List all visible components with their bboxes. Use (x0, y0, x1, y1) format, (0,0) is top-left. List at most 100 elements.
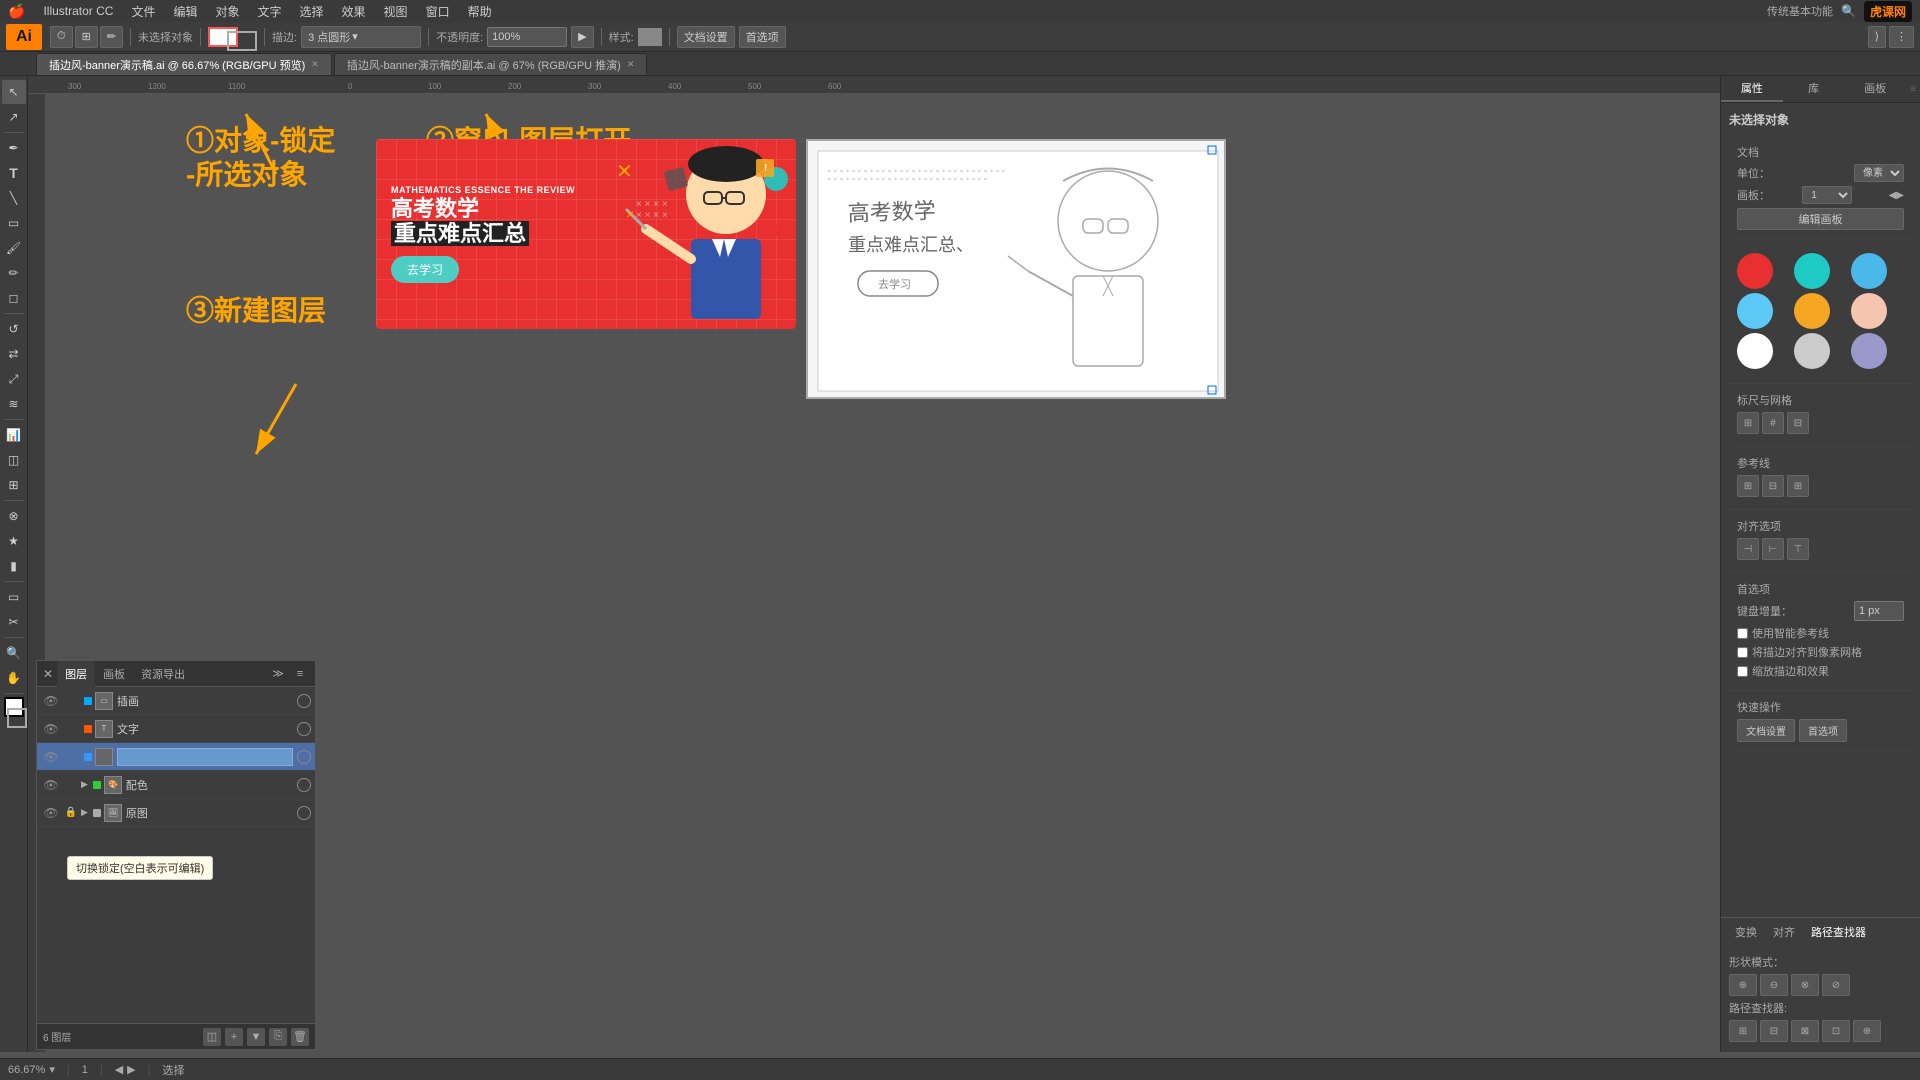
pf-btn3[interactable]: ⊠ (1791, 1020, 1819, 1042)
keyboard-increment-input[interactable] (1854, 601, 1904, 621)
opacity-stepper-up[interactable]: ▶ (571, 26, 593, 48)
menu-edit[interactable]: 编辑 (165, 3, 205, 20)
tool-column-graph[interactable]: ▮ (2, 554, 26, 578)
tool-select[interactable]: ↖ (2, 80, 26, 104)
swatch-red[interactable] (1737, 253, 1773, 289)
delete-layer-btn[interactable]: 🗑 (291, 1028, 309, 1046)
layer-vis-text[interactable]: 👁 (41, 722, 61, 736)
layer-row-original[interactable]: 👁 🔒 ▶ 🖼 原图 (37, 799, 315, 827)
template-arrows[interactable]: ◀▶ (1889, 190, 1904, 201)
nav-next[interactable]: ▶ (127, 1063, 135, 1076)
layer-vis-palette[interactable]: 👁 (41, 778, 61, 792)
quick-doc-settings-btn[interactable]: 文档设置 (1737, 719, 1795, 742)
quick-preferences-btn[interactable]: 首选项 (1799, 719, 1847, 742)
layer-row-text[interactable]: 👁 T 文字 (37, 715, 315, 743)
banner-learn-btn[interactable]: 去学习 (391, 256, 459, 283)
guide-btn1[interactable]: ⊞ (1737, 475, 1759, 497)
bottom-tab-transform[interactable]: 变换 (1729, 922, 1763, 942)
snap-btn2[interactable]: ⊢ (1762, 538, 1784, 560)
layer-expand-original[interactable]: ▶ (81, 807, 88, 818)
shape-minus-btn[interactable]: ⊖ (1760, 974, 1788, 996)
stroke-color-tool[interactable] (7, 708, 27, 728)
layers-tab-layers[interactable]: 图层 (57, 661, 95, 687)
menu-text[interactable]: 文字 (250, 3, 290, 20)
tool-type[interactable]: T (2, 161, 26, 185)
preferences-btn[interactable]: 首选项 (739, 26, 786, 48)
recent-btn[interactable]: ⏱ (50, 26, 73, 48)
right-tab-artboards[interactable]: 画板 (1844, 76, 1906, 102)
zoom-stepper[interactable]: ▾ (49, 1063, 55, 1076)
align-stroke-checkbox[interactable] (1737, 647, 1748, 658)
tab-1[interactable]: 插边风-banner演示稿.ai @ 66.67% (RGB/GPU 预览) ✕ (36, 53, 332, 75)
tab-2-close[interactable]: ✕ (627, 59, 635, 70)
tab-2[interactable]: 插边风-banner演示稿的副本.ai @ 67% (RGB/GPU 推演) ✕ (334, 53, 648, 75)
layers-menu-btn[interactable]: ≡ (291, 665, 309, 683)
move-to-btn[interactable]: ▼ (247, 1028, 265, 1046)
new-sublayer-btn[interactable]: ◫ (203, 1028, 221, 1046)
tool-symbol[interactable]: ★ (2, 529, 26, 553)
swatch-light-blue[interactable] (1737, 293, 1773, 329)
brush-tool-btn[interactable]: ✏ (100, 26, 123, 48)
snap-btn3[interactable]: ⊤ (1787, 538, 1809, 560)
menu-object[interactable]: 对象 (207, 3, 247, 20)
layer-vis-editing[interactable]: 👁 (41, 750, 61, 764)
nav-prev[interactable]: ◀ (115, 1063, 123, 1076)
swatch-white[interactable] (1737, 333, 1773, 369)
ruler-btn[interactable]: ⊞ (1737, 412, 1759, 434)
guide-btn3[interactable]: ⊞ (1787, 475, 1809, 497)
menu-window[interactable]: 窗口 (418, 3, 458, 20)
template-select[interactable]: 1 (1802, 186, 1852, 204)
tool-zoom[interactable]: 🔍 (2, 641, 26, 665)
tool-blend[interactable]: ⊗ (2, 504, 26, 528)
menu-help[interactable]: 帮助 (460, 3, 500, 20)
swatch-teal[interactable] (1794, 253, 1830, 289)
doc-settings-btn[interactable]: 文档设置 (677, 26, 735, 48)
unit-select[interactable]: 像素 (1854, 164, 1904, 182)
bottom-tab-pathfinder[interactable]: 路径查找器 (1805, 922, 1872, 942)
grid-btn[interactable]: # (1762, 412, 1784, 434)
smart-guides-checkbox[interactable] (1737, 628, 1748, 639)
new-layer-btn[interactable]: + (225, 1028, 243, 1046)
tool-artboard[interactable]: ▭ (2, 585, 26, 609)
layer-row-chua[interactable]: 👁 ▭ 插画 (37, 687, 315, 715)
tool-pencil[interactable]: ✏ (2, 261, 26, 285)
menu-effects[interactable]: 效果 (334, 3, 374, 20)
style-swatch[interactable] (638, 28, 662, 46)
panel-menu-icon[interactable]: ≡ (1910, 84, 1916, 95)
tab-1-close[interactable]: ✕ (311, 59, 319, 70)
shape-intersect-btn[interactable]: ⊗ (1791, 974, 1819, 996)
tool-eraser[interactable]: ◻ (2, 286, 26, 310)
options-btn[interactable]: ⋮ (1889, 26, 1914, 48)
layer-vis-chua[interactable]: 👁 (41, 694, 61, 708)
tool-mesh[interactable]: ⊞ (2, 473, 26, 497)
menu-file[interactable]: 文件 (123, 3, 163, 20)
right-tab-properties[interactable]: 属性 (1721, 76, 1783, 102)
edit-template-btn[interactable]: 编辑画板 (1737, 208, 1904, 230)
search-icon[interactable]: 🔍 (1841, 4, 1856, 18)
tool-reflect[interactable]: ⇄ (2, 342, 26, 366)
opacity-input[interactable] (487, 27, 567, 47)
layers-expand-btn[interactable]: ≫ (269, 665, 287, 683)
menu-illustrator[interactable]: Illustrator CC (35, 4, 121, 18)
apple-menu[interactable]: 🍎 (8, 3, 25, 20)
pixel-grid-btn[interactable]: ⊟ (1787, 412, 1809, 434)
right-tab-library[interactable]: 库 (1783, 76, 1845, 102)
bottom-tab-align[interactable]: 对齐 (1767, 922, 1801, 942)
tool-gradient[interactable]: ◫ (2, 448, 26, 472)
tool-rotate[interactable]: ↺ (2, 317, 26, 341)
swatch-orange[interactable] (1794, 293, 1830, 329)
layer-name-editing-input[interactable] (117, 748, 293, 766)
menu-select[interactable]: 选择 (292, 3, 332, 20)
layer-expand-palette[interactable]: ▶ (81, 779, 88, 790)
tool-pen[interactable]: ✒ (2, 136, 26, 160)
duplicate-layer-btn[interactable]: ⎘ (269, 1028, 287, 1046)
layer-vis-original[interactable]: 👁 (41, 806, 61, 820)
layers-tab-export[interactable]: 资源导出 (133, 661, 193, 687)
stroke-selector[interactable]: 3 点圆形 ▾ (301, 26, 421, 48)
shape-unite-btn[interactable]: ⊕ (1729, 974, 1757, 996)
tool-paint-brush[interactable]: 🖌 (2, 236, 26, 260)
pf-btn4[interactable]: ⊡ (1822, 1020, 1850, 1042)
layers-tab-artboards[interactable]: 画板 (95, 661, 133, 687)
menu-view[interactable]: 视图 (376, 3, 416, 20)
tool-hand[interactable]: ✋ (2, 666, 26, 690)
